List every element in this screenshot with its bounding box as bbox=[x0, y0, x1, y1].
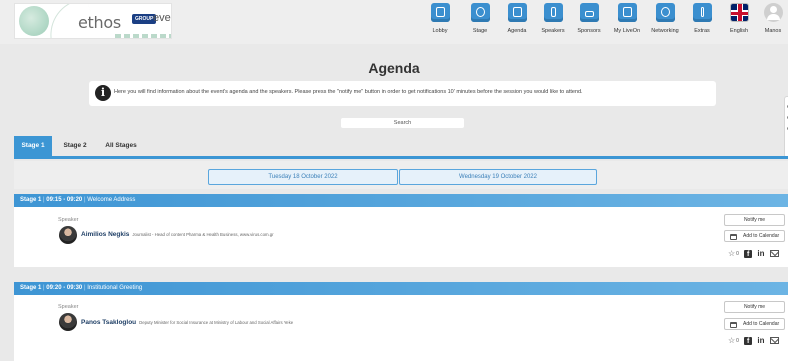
tab-all-stages[interactable]: All Stages bbox=[98, 136, 144, 156]
speaker-role: Journalist - Head of content Pharma & He… bbox=[132, 232, 274, 237]
date-tab-wednesday[interactable]: Wednesday 19 October 2022 bbox=[399, 169, 597, 185]
user-avatar-icon bbox=[763, 3, 783, 22]
stage-tabs: Stage 1 Stage 2 All Stages bbox=[14, 136, 788, 159]
speaker-name-text: Panos Tsakloglou bbox=[81, 319, 137, 326]
calendar-icon bbox=[730, 234, 737, 240]
session-stage: Stage 1 bbox=[20, 197, 42, 203]
networking-icon bbox=[655, 3, 675, 22]
star-icon[interactable]: ☆ bbox=[728, 336, 735, 345]
session-time: 09:15 - 09:20 bbox=[46, 197, 83, 203]
info-icon: i bbox=[95, 85, 111, 101]
session-header[interactable]: Stage 1 | 09:15 - 09:20 | Welcome Addres… bbox=[14, 194, 788, 207]
linkedin-icon[interactable]: in bbox=[757, 249, 764, 258]
sponsors-icon bbox=[579, 3, 599, 22]
date-tab-tuesday[interactable]: Tuesday 18 October 2022 bbox=[208, 169, 398, 185]
nav-agenda[interactable]: Agenda bbox=[497, 3, 537, 43]
speaker-avatar[interactable] bbox=[59, 313, 77, 331]
nav-extras[interactable]: Extras bbox=[682, 3, 722, 43]
calendar-icon bbox=[730, 322, 737, 328]
ethos-event-logo[interactable]: ethos GROUP event bbox=[14, 3, 172, 39]
speaker-label: Speaker bbox=[58, 217, 79, 223]
notify-me-button[interactable]: Notify me bbox=[724, 301, 785, 313]
nav-myliveon[interactable]: My LiveOn bbox=[607, 3, 647, 43]
nav-user-profile[interactable]: Manos bbox=[758, 3, 788, 43]
nav-stage[interactable]: Stage bbox=[460, 3, 500, 43]
speakers-icon bbox=[543, 3, 563, 22]
notify-me-button[interactable]: Notify me bbox=[724, 214, 785, 226]
share-actions: ☆0 f in bbox=[728, 249, 782, 259]
uk-flag-icon bbox=[729, 3, 749, 22]
speaker-avatar[interactable] bbox=[59, 226, 77, 244]
add-to-calendar-button[interactable]: Add to Calendar bbox=[724, 230, 785, 242]
nav-language[interactable]: English bbox=[719, 3, 759, 43]
facebook-icon[interactable]: f bbox=[744, 249, 753, 258]
info-text: Here you will find information about the… bbox=[114, 89, 583, 95]
session-title: Welcome Address bbox=[87, 197, 136, 203]
session-card: Speaker Panos Tsakloglou Deputy Minister … bbox=[14, 295, 788, 361]
logo-stripe bbox=[115, 34, 171, 38]
favorites-count: 0 bbox=[736, 250, 739, 257]
tab-stage-2[interactable]: Stage 2 bbox=[57, 136, 93, 156]
facebook-icon[interactable]: f bbox=[744, 336, 753, 345]
info-banner: i Here you will find information about t… bbox=[89, 81, 716, 106]
speaker-role: Deputy Minister for Social Insurance at … bbox=[139, 320, 294, 325]
linkedin-icon[interactable]: in bbox=[757, 336, 764, 345]
logo-event-word: event bbox=[153, 12, 171, 24]
speaker-label: Speaker bbox=[58, 304, 79, 310]
stage-icon bbox=[470, 3, 490, 22]
session-time: 09:20 - 09:30 bbox=[46, 285, 83, 291]
star-icon[interactable]: ☆ bbox=[728, 249, 735, 258]
email-icon[interactable] bbox=[769, 250, 779, 258]
myliveon-icon bbox=[617, 3, 637, 22]
building-icon bbox=[430, 3, 450, 22]
logo-word: ethos bbox=[78, 13, 121, 32]
add-to-calendar-label: Add to Calendar bbox=[743, 233, 780, 239]
nav-lobby[interactable]: Lobby bbox=[420, 3, 460, 43]
add-to-calendar-button[interactable]: Add to Calendar bbox=[724, 318, 785, 330]
agenda-icon bbox=[507, 3, 527, 22]
page-title: Agenda bbox=[368, 60, 420, 76]
add-to-calendar-label: Add to Calendar bbox=[743, 321, 780, 327]
session-title: Institutional Greeting bbox=[87, 285, 143, 291]
session-stage: Stage 1 bbox=[20, 285, 42, 291]
nav-sponsors[interactable]: Sponsors bbox=[569, 3, 609, 43]
nav-networking[interactable]: Networking bbox=[645, 3, 685, 43]
speaker-name[interactable]: Aimilios Negkis Journalist - Head of cont… bbox=[81, 231, 274, 238]
share-actions: ☆0 f in bbox=[728, 336, 782, 346]
date-selector: Tuesday 18 October 2022 Wednesday 19 Oct… bbox=[14, 161, 788, 189]
search-input[interactable] bbox=[341, 118, 464, 128]
speaker-name-text: Aimilios Negkis bbox=[81, 231, 130, 238]
favorites-count: 0 bbox=[736, 337, 739, 344]
speaker-name[interactable]: Panos Tsakloglou Deputy Minister for Soci… bbox=[81, 319, 293, 326]
nav-speakers[interactable]: Speakers bbox=[533, 3, 573, 43]
brain-logo-icon bbox=[19, 6, 49, 36]
tab-stage-1[interactable]: Stage 1 bbox=[14, 136, 52, 156]
session-card: Speaker Aimilios Negkis Journalist - Head… bbox=[14, 207, 788, 267]
session-header[interactable]: Stage 1 | 09:20 - 09:30 | Institutional … bbox=[14, 282, 788, 295]
email-icon[interactable] bbox=[769, 337, 779, 345]
extras-icon bbox=[692, 3, 712, 22]
top-header: ethos GROUP event Lobby Stage Agenda Spe… bbox=[0, 0, 788, 44]
